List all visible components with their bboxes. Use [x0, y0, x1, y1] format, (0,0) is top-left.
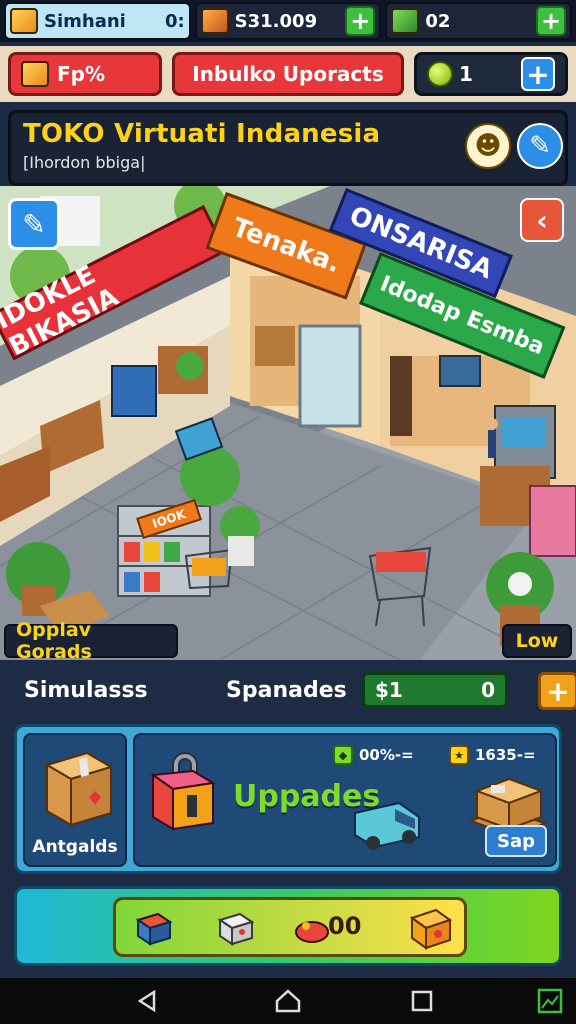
back-icon[interactable]: [132, 986, 164, 1016]
edit-icon[interactable]: ✎: [517, 123, 563, 169]
green-crate-icon: [391, 8, 420, 34]
basket-icon: [295, 921, 329, 943]
box-pill-button[interactable]: Fp%: [8, 52, 162, 96]
box-pill-label: Fp%: [57, 62, 106, 86]
money-symbol: $1: [375, 678, 403, 702]
upgrade-panel: Antgalds ◆ 00%-= ★ 1635-= Uppades Sap: [14, 724, 562, 874]
bottom-panel: Simulasss Spanades $1 0 + Antgalds ◆ 00%…: [0, 660, 576, 978]
upgrades-label: Spanades: [226, 677, 347, 703]
add-money-button[interactable]: +: [538, 672, 576, 710]
screenshot-icon[interactable]: [534, 986, 566, 1016]
store-title-panel: TOKO Virtuati Indanesia [Ihordon bbiga| …: [8, 110, 568, 186]
crate-blue-icon: [135, 912, 173, 946]
orange-crate-icon: [200, 8, 229, 34]
gold-crate-icon: [10, 8, 38, 34]
add-orange-button[interactable]: +: [345, 6, 376, 36]
add-green-button[interactable]: +: [536, 6, 567, 36]
coin-pill: 1 +: [414, 52, 568, 96]
antgalds-card[interactable]: Antgalds: [23, 733, 127, 867]
resource-bar: Simhani 0: S31.009 + 02 +: [0, 0, 576, 42]
upgrades-pill-label: Inbulko Uporacts: [192, 62, 384, 86]
resource-orange-value: S31.009: [234, 10, 318, 32]
crate-white-icon: [217, 912, 255, 946]
money-value: 0: [481, 678, 495, 702]
action-row: Fp% Inbulko Uporacts 1 +: [0, 46, 576, 102]
resource-green-value: 02: [425, 10, 451, 32]
coin-value: 1: [459, 62, 473, 86]
upgrades-pill-button[interactable]: Inbulko Uporacts: [172, 52, 404, 96]
tray-count: 00: [328, 912, 362, 940]
box-icon: [21, 61, 49, 87]
chevron-left-icon[interactable]: ‹: [520, 198, 564, 242]
money-display: $1 0: [362, 672, 508, 708]
item-tray-bar[interactable]: 00: [113, 897, 467, 957]
item-tray: 00: [14, 886, 562, 966]
display-goods-tag[interactable]: Opplav Gorads: [4, 619, 178, 660]
recents-icon[interactable]: [406, 986, 438, 1016]
padlock-crate-icon: [150, 752, 216, 831]
resource-gold-value: Simhani: [44, 10, 126, 32]
home-icon[interactable]: [272, 986, 304, 1016]
star-icon: ★: [449, 745, 469, 765]
chip-percent-value: 00%-=: [359, 746, 414, 764]
upgrades-card[interactable]: ◆ 00%-= ★ 1635-= Uppades Sap: [133, 733, 557, 867]
antgalds-label: Antgalds: [32, 837, 118, 857]
crate-orange-icon: [409, 908, 453, 950]
simulation-label: Simulasss: [24, 677, 148, 703]
truck-icon: [354, 801, 420, 850]
system-nav-bar: [0, 978, 576, 1024]
sap-button[interactable]: Sap: [485, 825, 547, 857]
box-icon: [44, 751, 114, 827]
chip-star-value: 1635-=: [475, 746, 536, 764]
stats-row: Simulasss Spanades $1 0 +: [22, 670, 576, 710]
coin-icon: [427, 61, 453, 87]
cursor-box-icon[interactable]: ✎: [8, 198, 60, 250]
check-icon: ◆: [333, 745, 353, 765]
chip-percent: ◆ 00%-=: [333, 745, 414, 765]
resource-orange[interactable]: S31.009 +: [194, 2, 382, 40]
low-tag[interactable]: Low: [502, 624, 572, 658]
chip-star: ★ 1635-=: [449, 745, 536, 765]
resource-gold[interactable]: Simhani 0:: [4, 2, 191, 40]
mascot-icon[interactable]: ☻: [465, 123, 511, 169]
resource-green[interactable]: 02 +: [385, 2, 573, 40]
resource-gold-extra: 0:: [164, 10, 185, 32]
store-scene[interactable]: IDOKLE BIKASIA Tenaka. ONSARISA Idodap E…: [0, 186, 576, 660]
add-coin-button[interactable]: +: [521, 57, 555, 91]
